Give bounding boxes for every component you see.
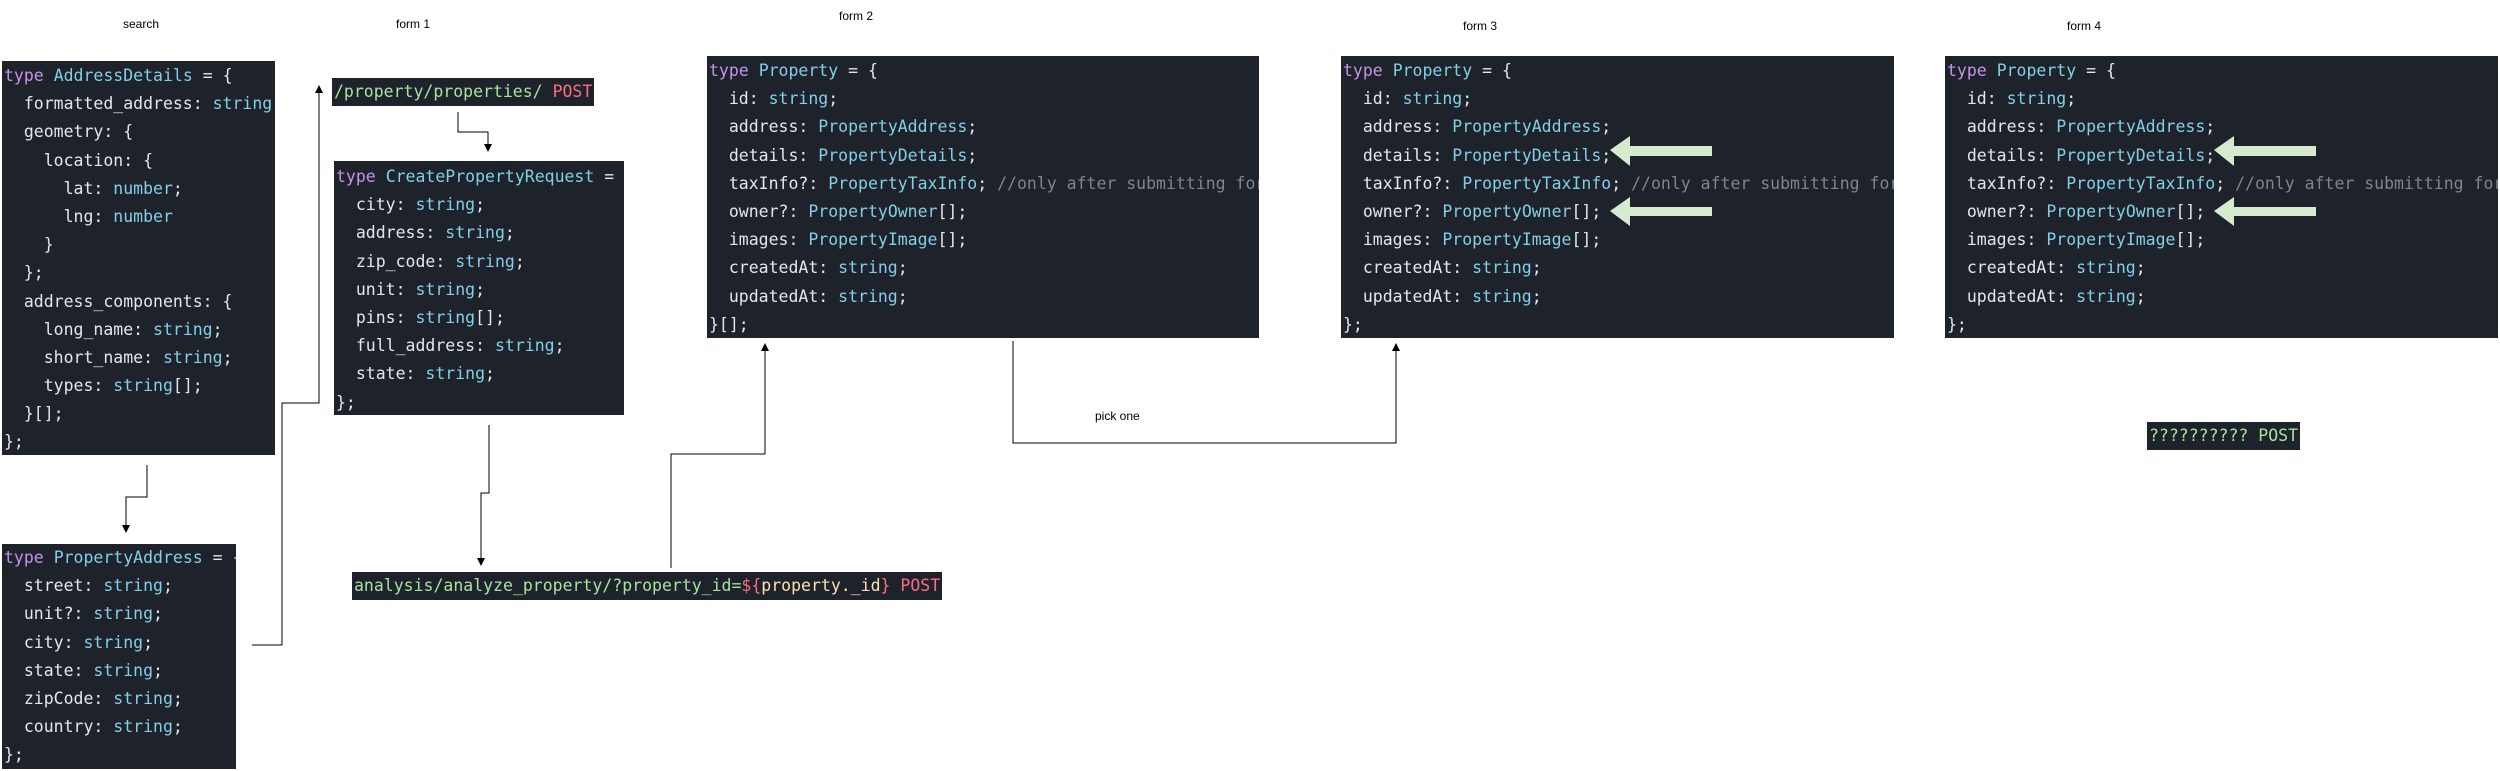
connector-property-address-to-create-endpoint xyxy=(252,85,323,646)
connector-layer xyxy=(122,85,2316,646)
connector-request-to-analyze-endpoint xyxy=(477,425,490,566)
highlight-arrow-details-form-4 xyxy=(2214,136,2316,166)
connector-address-details-to-property-address xyxy=(122,465,148,533)
highlight-arrow-details-form-3 xyxy=(1610,136,1712,166)
highlight-arrow-owner-form-4 xyxy=(2214,197,2316,226)
connector-form-2-to-form-3-pick-one xyxy=(1012,341,1400,444)
highlight-arrow-owner-form-3 xyxy=(1610,197,1712,226)
connector-create-endpoint-to-request xyxy=(457,112,492,152)
connector-analyze-endpoint-to-form-2 xyxy=(670,343,769,568)
